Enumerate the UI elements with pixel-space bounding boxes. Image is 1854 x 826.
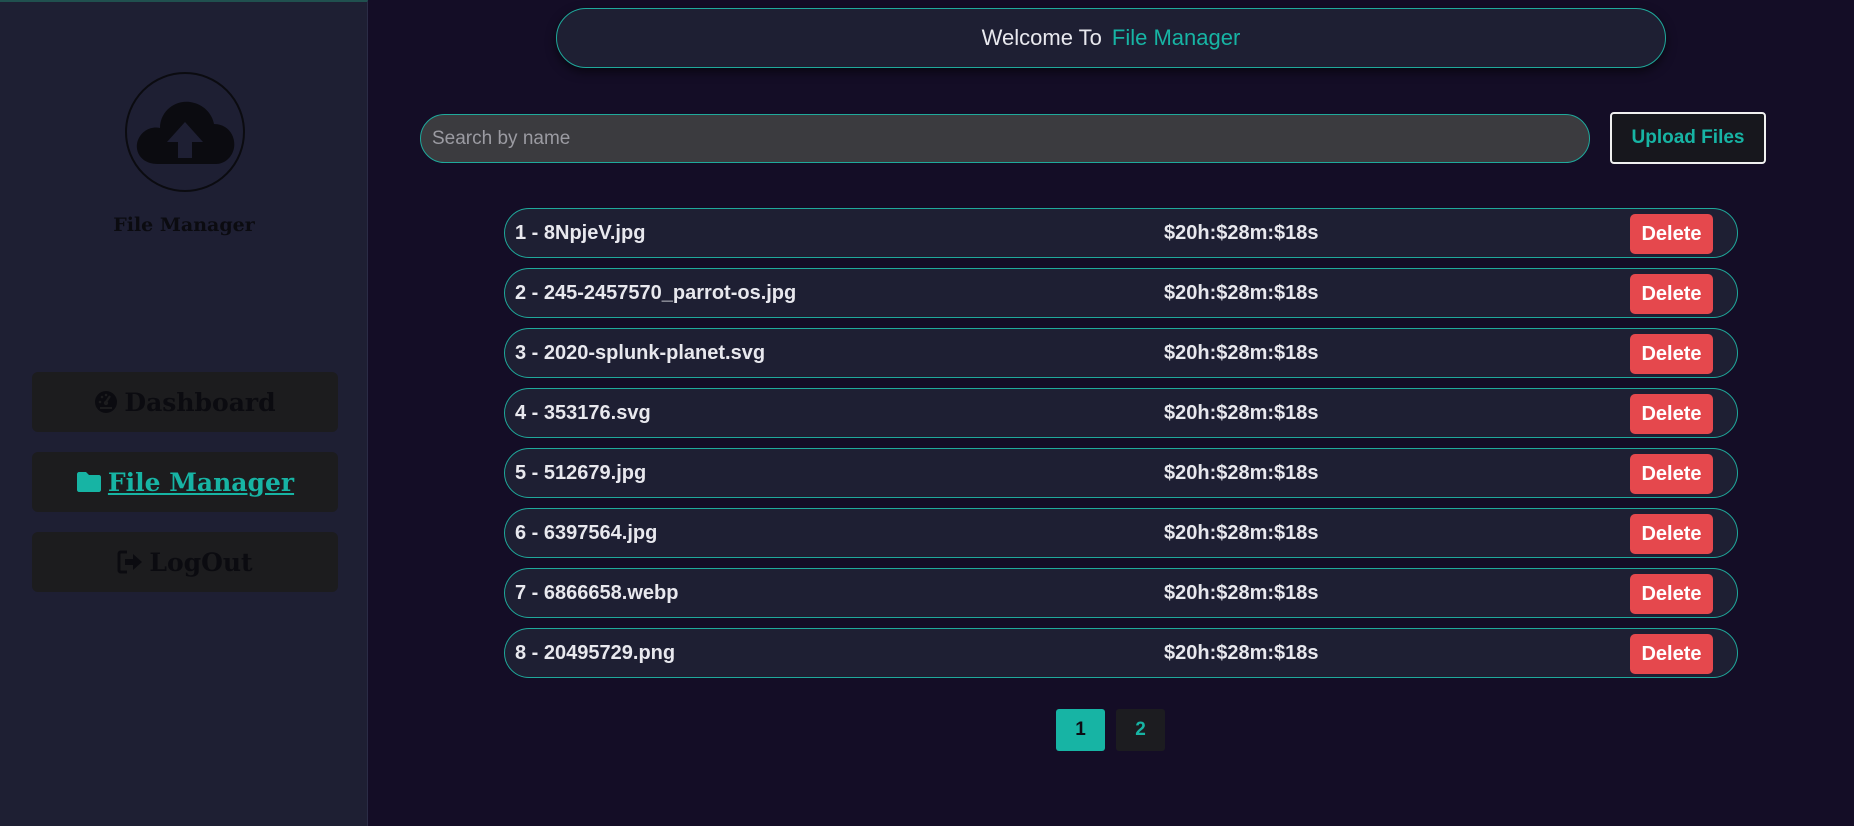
delete-button[interactable]: Delete (1630, 394, 1713, 434)
file-list: 1 - 8NpjeV.jpg $20h:$28m:$18s Delete 2 - 24… (504, 208, 1738, 688)
file-row: 2 - 245-2457570_parrot-os.jpg $20h:$28m:$… (504, 268, 1738, 318)
file-row: 7 - 6866658.webp $20h:$28m:$18s Delete (504, 568, 1738, 618)
nav-dashboard-button[interactable]: Dashboard (32, 372, 338, 432)
delete-button[interactable]: Delete (1630, 514, 1713, 554)
file-row: 6 - 6397564.jpg $20h:$28m:$18s Delete (504, 508, 1738, 558)
welcome-app-name: File Manager (1111, 25, 1241, 50)
delete-button[interactable]: Delete (1630, 454, 1713, 494)
upload-files-button[interactable]: Upload Files (1610, 112, 1766, 164)
page-button-2[interactable]: 2 (1116, 709, 1165, 751)
page-button-1[interactable]: 1 (1056, 709, 1105, 751)
file-name: 7 - 6866658.webp (515, 582, 679, 604)
welcome-header: Welcome To File Manager (556, 8, 1666, 68)
delete-button[interactable]: Delete (1630, 274, 1713, 314)
file-time: $20h:$28m:$18s (1164, 642, 1319, 664)
file-name: 5 - 512679.jpg (515, 462, 647, 484)
search-input[interactable] (420, 114, 1590, 163)
file-name: 8 - 20495729.png (515, 642, 676, 664)
file-row: 1 - 8NpjeV.jpg $20h:$28m:$18s Delete (504, 208, 1738, 258)
file-time: $20h:$28m:$18s (1164, 582, 1319, 604)
delete-button[interactable]: Delete (1630, 334, 1713, 374)
file-name: 1 - 8NpjeV.jpg (515, 222, 646, 244)
file-time: $20h:$28m:$18s (1164, 522, 1319, 544)
nav-dashboard-label: Dashboard (124, 387, 276, 417)
welcome-text: Welcome To (981, 25, 1102, 50)
nav-logout-button[interactable]: LogOut (32, 532, 338, 592)
nav-file-manager-label: File Manager (107, 467, 295, 497)
file-time: $20h:$28m:$18s (1164, 282, 1319, 304)
file-time: $20h:$28m:$18s (1164, 402, 1319, 424)
delete-button[interactable]: Delete (1630, 214, 1713, 254)
file-time: $20h:$28m:$18s (1164, 342, 1319, 364)
file-name: 4 - 353176.svg (515, 402, 651, 424)
file-time: $20h:$28m:$18s (1164, 462, 1319, 484)
file-row: 4 - 353176.svg $20h:$28m:$18s Delete (504, 388, 1738, 438)
dashboard-icon (95, 391, 118, 413)
logout-icon (117, 550, 143, 574)
file-time: $20h:$28m:$18s (1164, 222, 1319, 244)
nav-file-manager-button[interactable]: File Manager (32, 452, 338, 512)
cloud-upload-icon (136, 101, 235, 164)
sidebar-title: File Manager (113, 214, 255, 236)
file-row: 8 - 20495729.png $20h:$28m:$18s Delete (504, 628, 1738, 678)
file-row: 5 - 512679.jpg $20h:$28m:$18s Delete (504, 448, 1738, 498)
pagination: 12 (1056, 709, 1165, 751)
nav-logout-label: LogOut (149, 547, 253, 577)
delete-button[interactable]: Delete (1630, 634, 1713, 674)
folder-icon (76, 472, 101, 492)
logo (125, 72, 245, 192)
file-name: 2 - 245-2457570_parrot-os.jpg (515, 282, 797, 304)
delete-button[interactable]: Delete (1630, 574, 1713, 614)
file-name: 3 - 2020-splunk-planet.svg (515, 342, 766, 364)
file-name: 6 - 6397564.jpg (515, 522, 658, 544)
file-row: 3 - 2020-splunk-planet.svg $20h:$28m:$18s… (504, 328, 1738, 378)
sidebar: File Manager Dashboard File Manager LogO… (0, 0, 368, 826)
